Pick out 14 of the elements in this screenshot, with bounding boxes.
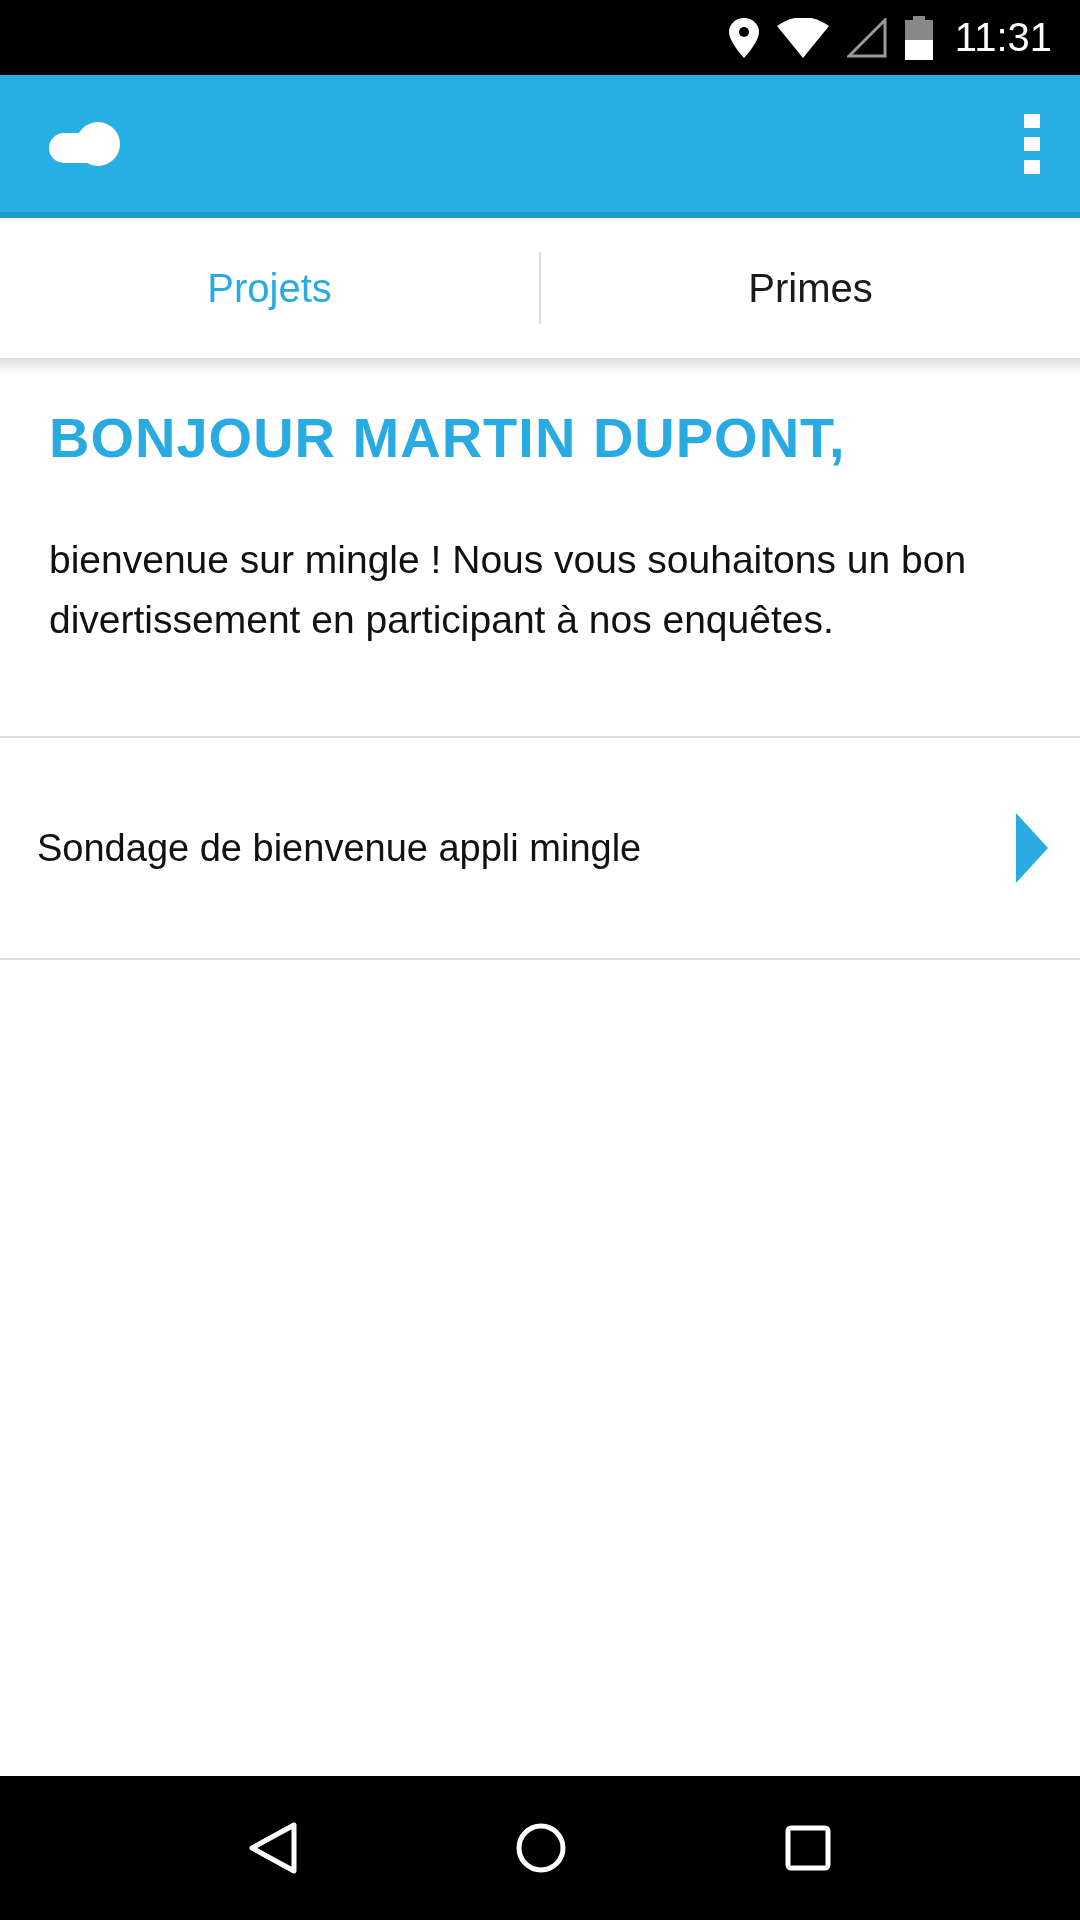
wifi-icon: [776, 17, 829, 58]
recent-apps-icon[interactable]: [783, 1824, 832, 1872]
menu-icon[interactable]: [1024, 113, 1040, 174]
clock-time: 11:31: [954, 15, 1052, 60]
cloud-logo-icon: [48, 121, 122, 166]
chevron-right-icon: [1016, 813, 1048, 883]
back-icon[interactable]: [248, 1821, 299, 1875]
location-icon: [728, 17, 759, 58]
welcome-message: bienvenue sur mingle ! Nous vous souhaitons un bon divertissement en participant à nos enquêtes.: [49, 537, 968, 643]
battery-icon: [904, 15, 933, 60]
greeting-title: BONJOUR MARTIN DUPONT,: [49, 405, 847, 471]
survey-list-item[interactable]: Sondage de bienvenue appli mingle: [0, 738, 1080, 960]
signal-icon: [846, 17, 887, 58]
home-icon[interactable]: [515, 1822, 567, 1874]
